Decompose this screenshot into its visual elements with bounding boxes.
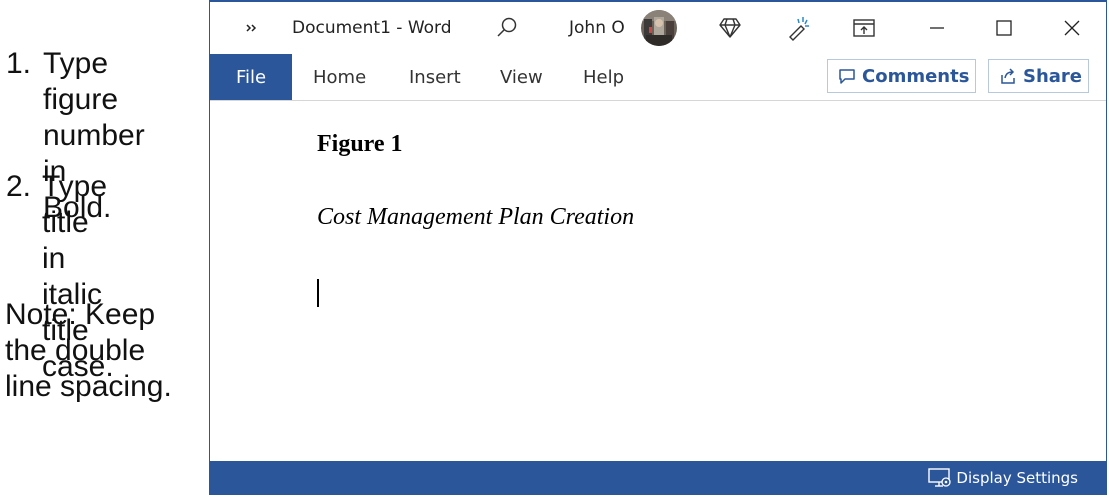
avatar[interactable] xyxy=(640,2,678,54)
ribbon-display-icon[interactable] xyxy=(853,2,875,54)
maximize-button[interactable] xyxy=(980,2,1028,54)
share-label: Share xyxy=(1023,65,1083,87)
instruction-note: Note: Keep the double line spacing. xyxy=(5,297,172,405)
document-canvas[interactable]: Figure 1 Cost Management Plan Creation xyxy=(210,101,1106,464)
note-text: the double xyxy=(5,334,146,367)
comments-label: Comments xyxy=(862,65,970,87)
user-name[interactable]: John O xyxy=(569,2,625,54)
step-text: Type figure xyxy=(43,47,119,116)
tab-help[interactable]: Help xyxy=(583,54,624,100)
step-number: 2. xyxy=(6,170,32,203)
display-settings-icon xyxy=(928,467,952,487)
search-icon[interactable] xyxy=(495,2,519,54)
tab-view[interactable]: View xyxy=(500,54,543,100)
share-icon xyxy=(1001,68,1015,84)
display-settings-label: Display Settings xyxy=(956,468,1078,487)
step-number: 1. xyxy=(6,47,32,80)
tab-file[interactable]: File xyxy=(210,54,292,100)
ribbon: File Home Insert View Help Comments Shar… xyxy=(210,54,1106,101)
word-window: Document1 - Word John O File Home Insert… xyxy=(209,0,1107,495)
text-cursor xyxy=(317,279,319,307)
title-bar: Document1 - Word John O xyxy=(210,2,1106,54)
comments-button[interactable]: Comments xyxy=(827,59,976,93)
step-text: Type title in xyxy=(42,170,108,275)
comment-icon xyxy=(839,69,855,84)
magic-wand-icon[interactable] xyxy=(786,2,812,54)
diamond-icon[interactable] xyxy=(718,2,742,54)
status-bar: Display Settings xyxy=(210,461,1106,494)
figure-number[interactable]: Figure 1 xyxy=(317,131,403,158)
instructions-panel: 1. Type figure number in Bold. 2. Type t… xyxy=(0,0,209,497)
document-title: Document1 - Word xyxy=(292,18,452,38)
tab-home[interactable]: Home xyxy=(313,54,366,100)
display-settings-button[interactable]: Display Settings xyxy=(928,461,1078,494)
note-text: line spacing. xyxy=(5,370,172,403)
share-button[interactable]: Share xyxy=(988,59,1089,93)
close-button[interactable] xyxy=(1048,2,1096,54)
more-commands-icon[interactable] xyxy=(244,2,260,54)
minimize-button[interactable] xyxy=(913,2,961,54)
tab-insert[interactable]: Insert xyxy=(409,54,461,100)
note-text: Note: Keep xyxy=(5,298,156,331)
figure-title[interactable]: Cost Management Plan Creation xyxy=(317,204,634,231)
